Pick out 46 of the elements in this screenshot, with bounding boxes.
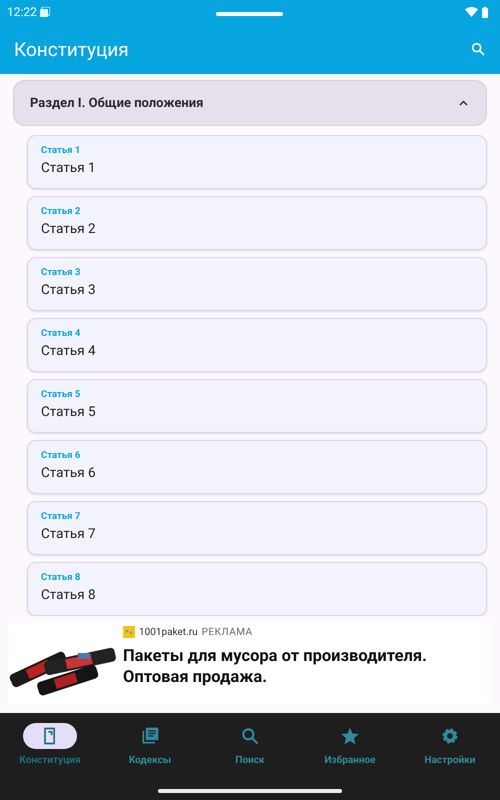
settings-icon xyxy=(440,726,460,746)
article-caption: Статья 2 xyxy=(41,206,80,217)
notification-icon xyxy=(40,7,50,17)
article-card[interactable]: Статья 5 Статья 5 xyxy=(27,379,487,433)
nav-tab[interactable]: Поиск xyxy=(200,713,300,800)
article-caption: Статья 6 xyxy=(41,450,80,461)
battery-icon xyxy=(482,6,488,18)
article-card[interactable]: Статья 3 Статья 3 xyxy=(27,257,487,311)
nav-tab[interactable]: Настройки xyxy=(400,713,500,800)
article-card[interactable]: Статья 4 Статья 4 xyxy=(27,318,487,372)
ad-label: РЕКЛАМА xyxy=(202,626,253,638)
ad-banner[interactable]: 1001paket.ru РЕКЛАМА Пакеты для мусора от производителя. Оптовая продажа. xyxy=(8,623,492,705)
article-caption: Статья 3 xyxy=(41,267,80,278)
logo-icon xyxy=(123,626,135,638)
article-title: Статья 5 xyxy=(41,404,96,420)
section-title: Раздел I. Общие положения xyxy=(30,96,204,110)
article-card[interactable]: Статья 1 Статья 1 xyxy=(27,135,487,189)
drag-handle xyxy=(216,12,283,16)
article-title: Статья 3 xyxy=(41,282,96,298)
wifi-icon xyxy=(465,7,478,17)
ad-text: Пакеты для мусора от производителя. Оптовая продажа. xyxy=(123,646,428,688)
article-title: Статья 2 xyxy=(41,221,96,237)
article-title: Статья 7 xyxy=(41,526,96,542)
article-caption: Статья 1 xyxy=(41,145,80,156)
article-card[interactable]: Статья 2 Статья 2 xyxy=(27,196,487,250)
article-title: Статья 1 xyxy=(41,160,96,176)
article-title: Статья 8 xyxy=(41,587,96,603)
search-icon[interactable] xyxy=(470,41,486,57)
section-header[interactable]: Раздел I. Общие положения xyxy=(13,80,487,126)
article-title: Статья 6 xyxy=(41,465,96,481)
library-icon xyxy=(140,726,160,746)
article-caption: Статья 5 xyxy=(41,389,80,400)
chevron-icon xyxy=(459,100,468,106)
nav-tab[interactable]: Избранное xyxy=(300,713,400,800)
article-caption: Статья 7 xyxy=(41,511,80,522)
article-card[interactable]: Статья 8 Статья 8 xyxy=(27,562,487,616)
article-caption: Статья 4 xyxy=(41,328,80,339)
star-icon xyxy=(340,726,360,746)
search-icon xyxy=(240,726,260,746)
article-card[interactable]: Статья 7 Статья 7 xyxy=(27,501,487,555)
status-time: 12:22 xyxy=(7,5,37,19)
article-title: Статья 4 xyxy=(41,343,96,359)
article-card[interactable]: Статья 6 Статья 6 xyxy=(27,440,487,494)
ad-domain: 1001paket.ru xyxy=(139,626,198,638)
app-title: Конституция xyxy=(14,38,129,60)
article-caption: Статья 8 xyxy=(41,572,80,583)
